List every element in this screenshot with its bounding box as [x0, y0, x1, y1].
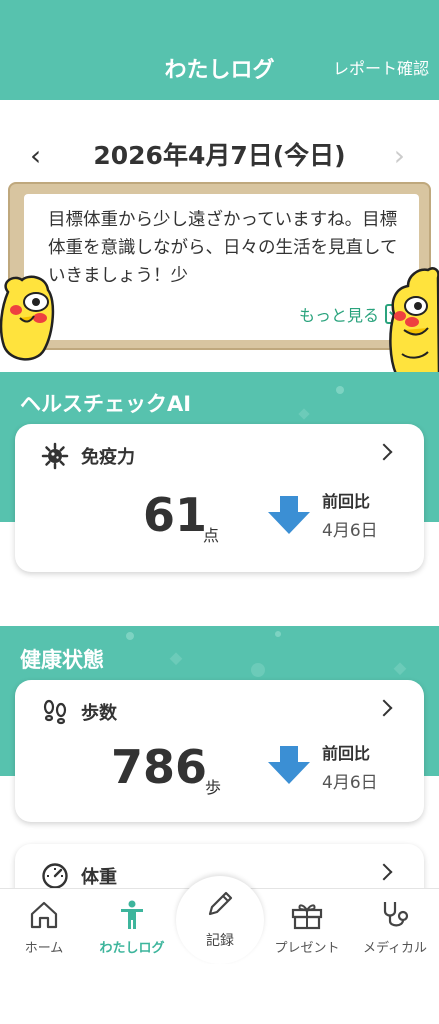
virus-icon	[41, 442, 69, 470]
steps-card[interactable]: 歩数 786 歩 前回比 4月6日	[15, 680, 424, 822]
compare-label: 前回比	[322, 744, 371, 763]
nav-home[interactable]: ホーム	[0, 889, 88, 965]
metric-value: 786	[110, 740, 207, 794]
date-navigation: ‹ 2026年4月7日(今日) ›	[0, 138, 439, 174]
compare-date: 4月6日	[322, 773, 378, 793]
current-date: 2026年4月7日(今日)	[93, 141, 346, 170]
card-title: 免疫力	[81, 447, 135, 468]
trend-down-arrow-icon	[268, 496, 310, 534]
immunity-card[interactable]: 免疫力 61 点 前回比 4月6日	[15, 424, 424, 572]
chevron-right-icon[interactable]	[375, 699, 393, 717]
nav-label: メディカル	[362, 941, 428, 956]
advice-message: 目標体重から少し遠ざかっていますね。目標体重を意識しながら、日々の生活を見直して…	[48, 210, 398, 286]
see-more-label: もっと見る	[298, 306, 379, 325]
nav-medical[interactable]: メディカル	[351, 889, 439, 965]
person-icon	[121, 900, 143, 929]
card-title: 体重	[81, 867, 117, 888]
nav-label: ホーム	[24, 941, 64, 956]
board-panel: 目標体重から少し遠ざかっていますね。目標体重を意識しながら、日々の生活を見直して…	[24, 194, 419, 340]
nav-label: 記録	[206, 933, 234, 949]
report-link[interactable]: レポート確認	[333, 55, 429, 79]
chevron-right-icon[interactable]: ›	[394, 138, 405, 174]
app-header: わたしログ レポート確認	[0, 0, 439, 100]
mascot-left-icon	[0, 275, 55, 361]
mascot-right-icon	[389, 267, 439, 374]
chevron-right-icon[interactable]	[375, 863, 393, 881]
section-title: ヘルスチェックAI	[20, 392, 192, 416]
record-button[interactable]: 記録	[176, 876, 264, 964]
gauge-icon	[42, 863, 68, 889]
chevron-right-icon[interactable]	[375, 443, 393, 461]
trend-down-arrow-icon	[268, 746, 310, 784]
compare-date: 4月6日	[322, 521, 378, 541]
gift-icon	[291, 904, 323, 930]
card-header: 免疫力	[41, 442, 135, 470]
card-header: 体重	[41, 862, 117, 890]
section-title: 健康状態	[20, 648, 104, 672]
metric-unit: 点	[203, 526, 220, 545]
nav-label: プレゼント	[274, 941, 340, 956]
card-header: 歩数	[41, 698, 117, 726]
nav-label: わたしログ	[99, 941, 165, 956]
metric-value: 61	[142, 488, 207, 542]
bottom-spacer	[0, 964, 439, 1024]
metric-unit: 歩	[205, 778, 222, 797]
stethoscope-icon	[383, 902, 409, 927]
compare-label: 前回比	[322, 492, 371, 511]
nav-present[interactable]: プレゼント	[263, 889, 351, 965]
pencil-icon	[208, 891, 233, 916]
card-title: 歩数	[81, 703, 117, 724]
footprints-icon	[43, 699, 67, 725]
home-icon	[30, 901, 58, 929]
nav-watashi-log[interactable]: わたしログ	[88, 889, 176, 965]
message-board: 目標体重から少し遠ざかっていますね。目標体重を意識しながら、日々の生活を見直して…	[8, 182, 431, 350]
